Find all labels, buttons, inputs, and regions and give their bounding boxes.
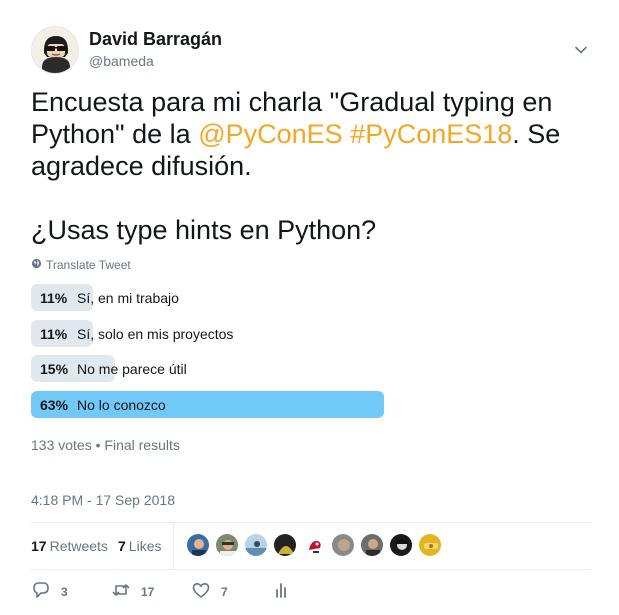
- poll-percent: 11%: [40, 290, 68, 306]
- author-handle[interactable]: @bameda: [89, 53, 154, 69]
- liker-avatar[interactable]: [215, 533, 239, 557]
- reply-button[interactable]: 3: [31, 580, 68, 603]
- analytics-button[interactable]: [271, 580, 291, 603]
- liker-avatar[interactable]: [186, 533, 210, 557]
- poll: 11% Sí, en mi trabajo 11% Sí, solo en mi…: [31, 284, 591, 426]
- poll-option-winner: 63% No lo conozco: [31, 390, 591, 418]
- tweet-stats: 17 Retweets 7 Likes: [31, 523, 591, 569]
- poll-option-label: No lo conozco: [77, 396, 166, 413]
- chevron-down-icon[interactable]: [573, 42, 589, 58]
- likes-count: 7: [118, 538, 126, 554]
- divider: [31, 569, 591, 570]
- tweet-text: Encuesta para mi charla "Gradual typing …: [31, 86, 591, 182]
- liker-avatar[interactable]: [244, 533, 268, 557]
- translate-label: Translate Tweet: [46, 258, 131, 272]
- liker-avatar[interactable]: [360, 533, 384, 557]
- likes-label: Likes: [128, 538, 162, 554]
- tweet-line-2-end: . Se: [512, 119, 561, 149]
- retweets-count: 17: [31, 538, 47, 554]
- tweet-line-3: agradece difusión.: [31, 151, 252, 181]
- tweet-header: David Barragán @bameda: [31, 26, 591, 76]
- poll-option-label: No me parece útil: [77, 361, 187, 377]
- author-avatar[interactable]: [31, 26, 79, 74]
- analytics-icon: [271, 580, 291, 603]
- liker-avatar[interactable]: [331, 533, 355, 557]
- globe-icon: [31, 258, 42, 272]
- poll-status: Final results: [104, 437, 180, 453]
- retweets-label: Retweets: [49, 538, 108, 554]
- poll-option: 11% Sí, en mi trabajo: [31, 284, 591, 311]
- like-count: 7: [221, 584, 228, 599]
- poll-percent: 11%: [40, 325, 68, 342]
- likes-stat[interactable]: 7 Likes: [118, 538, 161, 554]
- reply-icon: [31, 580, 51, 603]
- liker-avatar[interactable]: [273, 533, 297, 557]
- liker-avatar[interactable]: [418, 533, 442, 557]
- poll-percent: 63%: [40, 396, 69, 413]
- stats-separator: [173, 523, 174, 569]
- heart-icon: [191, 580, 211, 603]
- tweet-line-2: Python" de la @PyConES #PyConES18. Se: [31, 118, 591, 150]
- author-name[interactable]: David Barragán: [89, 29, 222, 50]
- retweet-button[interactable]: 17: [111, 580, 154, 603]
- tweet-line-2-start: Python" de la: [31, 119, 199, 149]
- reply-count: 3: [61, 584, 68, 599]
- poll-bullet: •: [95, 437, 101, 453]
- poll-option: 15% No me parece útil: [31, 355, 591, 382]
- poll-option-label: Sí, solo en mis proyectos: [77, 325, 234, 342]
- hashtag-link[interactable]: #PyConES18: [350, 119, 512, 149]
- retweet-count: 17: [141, 584, 155, 599]
- poll-summary: 133 votes • Final results: [31, 437, 180, 453]
- mention-link[interactable]: @PyConES: [198, 119, 342, 149]
- liker-avatar[interactable]: [302, 533, 326, 557]
- liker-avatar[interactable]: [389, 533, 413, 557]
- poll-votes: 133 votes: [31, 437, 92, 453]
- poll-option-label: Sí, en mi trabajo: [77, 290, 179, 306]
- tweet-actions: 3 17 7: [31, 580, 591, 604]
- poll-option: 11% Sí, solo en mis proyectos: [31, 319, 591, 347]
- tweet-line-1: Encuesta para mi charla "Gradual typing …: [31, 87, 553, 117]
- retweet-icon: [111, 580, 131, 603]
- retweets-stat[interactable]: 17 Retweets: [31, 538, 108, 554]
- poll-question: ¿Usas type hints en Python?: [31, 215, 377, 245]
- poll-percent: 15%: [40, 361, 69, 377]
- tweet-timestamp[interactable]: 4:18 PM - 17 Sep 2018: [31, 492, 175, 508]
- translate-tweet-link[interactable]: Translate Tweet: [31, 258, 131, 272]
- like-button[interactable]: 7: [191, 580, 228, 603]
